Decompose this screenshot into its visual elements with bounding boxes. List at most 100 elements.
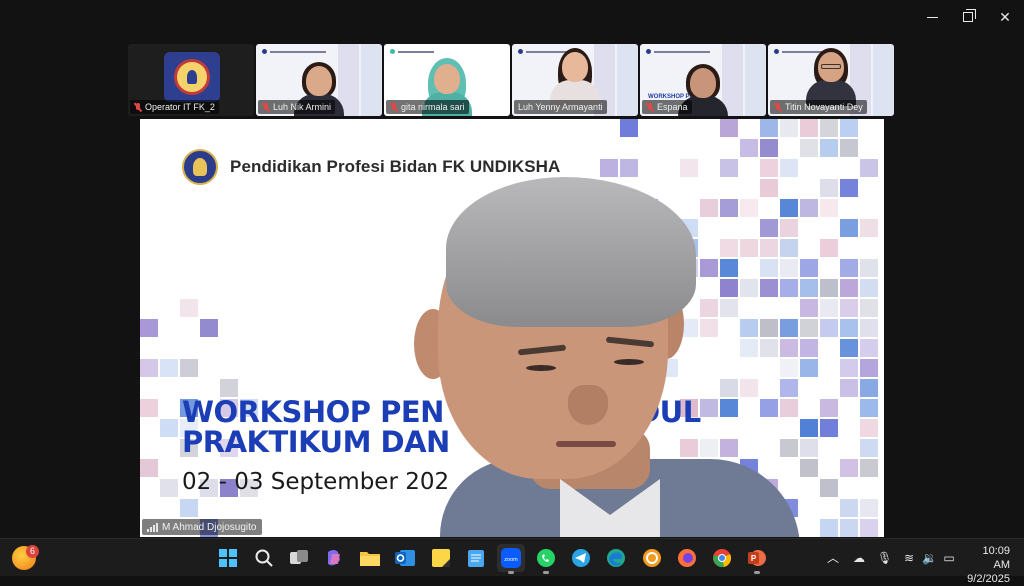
mosaic-tile [860,499,878,517]
mosaic-tile [860,439,878,457]
taskbar-app-outlook[interactable] [391,544,419,572]
mosaic-tile [860,399,878,417]
mosaic-tile [820,519,838,537]
taskbar-app-file-explorer[interactable] [356,544,384,572]
mosaic-tile [140,399,158,417]
whatsapp-icon [537,549,555,567]
slide-thumbnail-header [390,49,460,54]
participant-tile[interactable]: Titin Novayanti Dey [768,44,894,116]
speaker-name: M Ahmad Djojosugito [162,521,257,533]
speaker-name-tag: M Ahmad Djojosugito [142,519,262,535]
mosaic-tile [860,259,878,277]
taskbar-app-powerpoint[interactable]: P [743,544,771,574]
sticky-notes-icon [432,549,450,567]
participant-tile[interactable]: gita nirmala sari [384,44,510,116]
participant-name: Operator IT FK_2 [145,102,215,112]
mosaic-tile [160,419,178,437]
taskbar-app-copilot[interactable] [320,544,348,572]
participant-name-tag: Titin Novayanti Dey [770,100,867,114]
telegram-icon [572,549,590,567]
task-view-button[interactable] [285,544,313,572]
taskbar-app-chrome[interactable] [708,544,736,572]
taskbar-app-zoom[interactable]: zoom [497,544,525,574]
edge-icon [607,549,625,567]
mosaic-tile [620,119,638,137]
taskbar-app-notepad[interactable] [462,544,490,572]
mic-muted-icon [134,102,142,112]
taskbar-app-telegram[interactable] [567,544,595,572]
minimize-button[interactable] [914,4,950,30]
participant-tile[interactable]: Luh Yenny Armayanti [512,44,638,116]
mosaic-tile [140,319,158,337]
volume-icon[interactable]: 🔉 [922,551,937,565]
taskbar-app-whatsapp[interactable] [532,544,560,574]
taskbar-app-sticky-notes[interactable] [427,544,455,572]
participant-name: gita nirmala sari [401,102,465,112]
zoom-icon: zoom [501,548,521,568]
mosaic-tile [840,139,858,157]
mosaic-tile [600,159,618,177]
mosaic-tile [780,159,798,177]
taskbar-app-firefox[interactable] [673,544,701,572]
onedrive-cloud-icon[interactable]: ☁ [852,551,866,565]
mosaic-tile [860,359,878,377]
participant-name: Espana [657,102,688,112]
taskbar-app-edge[interactable] [602,544,630,572]
mosaic-tile [740,139,758,157]
restore-button[interactable] [950,4,986,30]
mosaic-tile [860,299,878,317]
mosaic-tile [760,119,778,137]
slide-brand-text: Pendidikan Profesi Bidan FK UNDIKSHA [230,157,561,176]
outlook-icon [395,550,415,566]
zoom-window: ✕ Operator IT FK_2 Luh Nik Armini gita n… [0,0,1024,538]
mosaic-tile [180,299,198,317]
taskbar-app-cake[interactable] [638,544,666,572]
mosaic-decoration [338,44,382,116]
participant-video [550,48,600,106]
battery-icon[interactable]: ▭ [942,551,956,565]
mosaic-tile [820,139,838,157]
start-button[interactable] [214,544,242,572]
wifi-icon[interactable]: ≋ [902,551,916,565]
search-button[interactable] [250,544,278,572]
participant-tile[interactable]: Luh Nik Armini [256,44,382,116]
participant-name-tag: Luh Nik Armini [258,100,336,114]
folder-icon [360,552,380,566]
university-logo-icon [164,52,220,102]
mosaic-tile [860,339,878,357]
mosaic-tile [160,359,178,377]
mosaic-tile [820,299,838,317]
mosaic-tile [760,139,778,157]
chrome-icon [713,549,732,568]
mic-muted-icon [262,102,270,112]
participant-name: Luh Yenny Armayanti [518,102,603,112]
mosaic-tile [840,319,858,337]
speaker-video [410,177,820,537]
mosaic-tile [140,359,158,377]
slide-thumbnail-header [646,49,716,54]
mic-muted-icon [774,102,782,112]
slide-title-line-1-start: WORKSHOP PEN [182,395,444,429]
close-button[interactable]: ✕ [987,4,1023,30]
shared-screen[interactable]: Pendidikan Profesi Bidan FK UNDIKSHA WOR… [140,119,884,537]
mosaic-tile [720,159,738,177]
mosaic-tile [840,519,858,537]
microphone-icon[interactable]: 🎙 [877,551,892,565]
cake-app-icon [643,549,661,567]
connection-signal-icon [147,522,158,532]
running-indicator [543,571,549,574]
mosaic-tile [840,359,858,377]
mosaic-tile [840,119,858,137]
clock-time: 10:09 AM [982,545,1010,571]
notification-badge: 6 [26,545,39,558]
mosaic-tile [820,179,838,197]
mosaic-decoration [722,44,766,116]
participant-tile[interactable]: WORKSHOP PEN ODUL Espana [640,44,766,116]
mosaic-tile [780,119,798,137]
taskbar-clock[interactable]: 10:09 AM 9/2/2025 [964,544,1010,586]
show-hidden-icons-chevron-icon[interactable]: ︿ [826,551,840,565]
mosaic-tile [840,259,858,277]
mosaic-tile [140,459,158,477]
active-indicator [508,571,514,574]
participant-tile[interactable]: Operator IT FK_2 [128,44,254,116]
